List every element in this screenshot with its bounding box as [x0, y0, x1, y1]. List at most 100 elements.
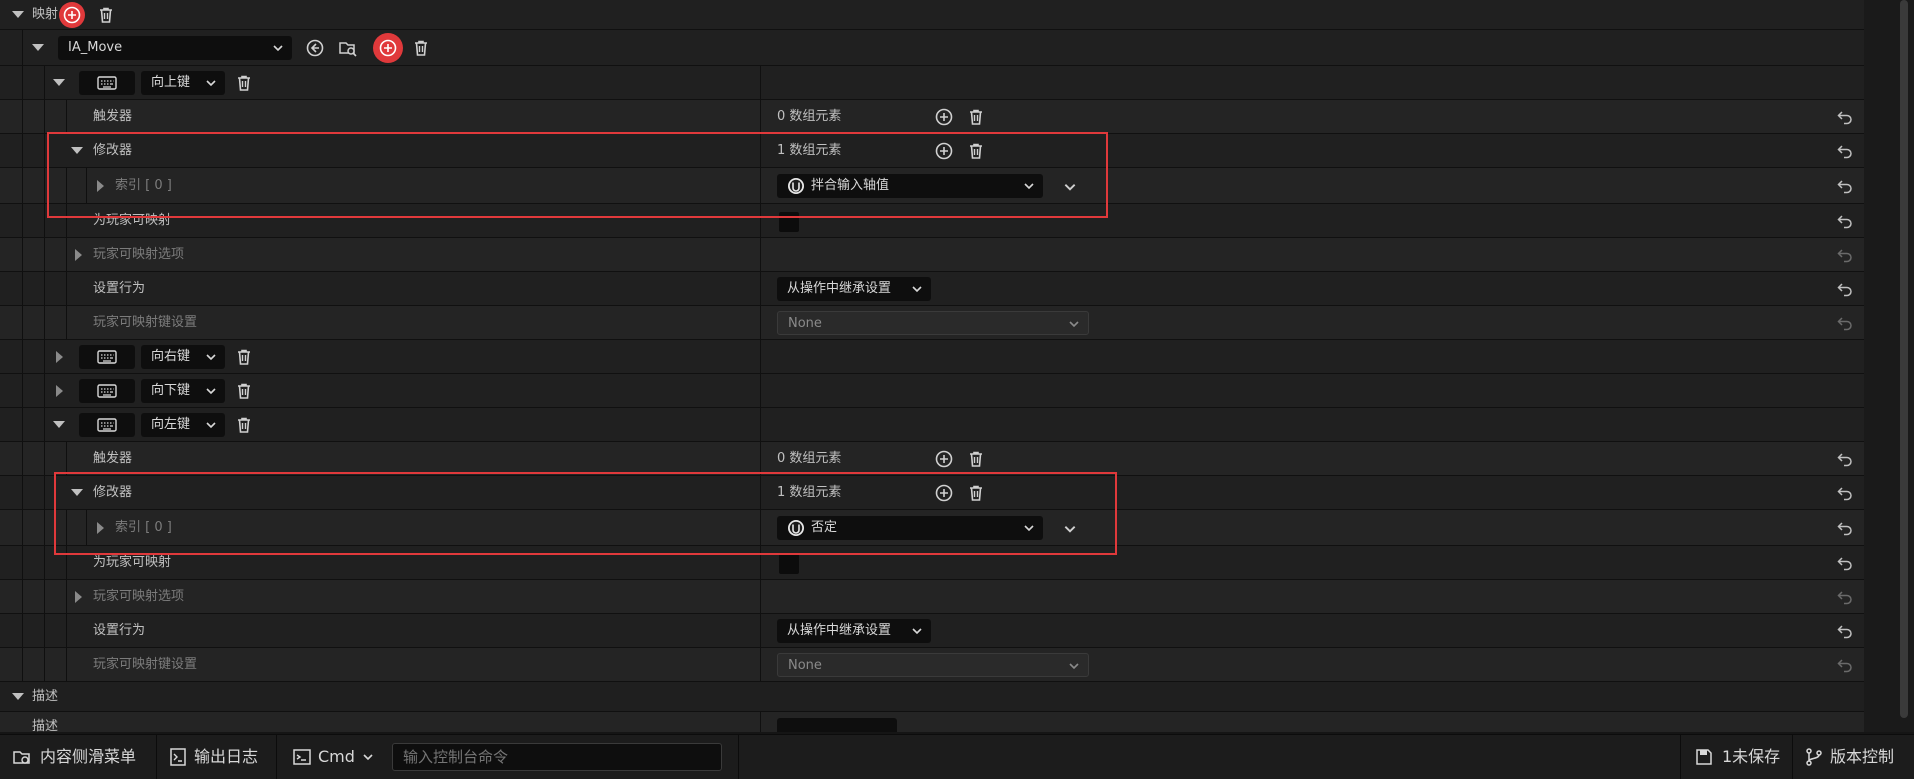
- add-trigger-button[interactable]: [933, 448, 955, 470]
- console-input[interactable]: [392, 743, 722, 771]
- player-key-settings-select[interactable]: None: [777, 653, 1089, 677]
- reset-to-default-button[interactable]: [1836, 656, 1854, 674]
- triggers-label: 触发器: [93, 451, 133, 466]
- output-log-icon: [170, 748, 186, 766]
- expand-icon[interactable]: [53, 421, 65, 428]
- revert-icon: [1836, 314, 1854, 332]
- category-description[interactable]: 描述: [0, 682, 1864, 712]
- clear-mappings-button[interactable]: [95, 4, 117, 26]
- modifiers-count: 1 数组元素: [777, 485, 842, 500]
- remove-key-button[interactable]: [233, 380, 255, 402]
- revert-icon: [1836, 108, 1854, 126]
- key-capture-button[interactable]: [79, 71, 135, 95]
- player-mappable-checkbox[interactable]: [779, 212, 799, 232]
- cmd-selector[interactable]: Cmd: [318, 735, 355, 779]
- remove-key-button[interactable]: [233, 346, 255, 368]
- expand-icon[interactable]: [56, 385, 63, 397]
- add-modifier-button[interactable]: [933, 140, 955, 162]
- expand-icon[interactable]: [75, 591, 82, 603]
- expand-icon[interactable]: [97, 522, 104, 534]
- key-select[interactable]: 向左键: [141, 413, 225, 437]
- reset-to-default-button[interactable]: [1836, 554, 1854, 572]
- key-capture-button[interactable]: [79, 345, 135, 369]
- expand-icon[interactable]: [12, 11, 24, 18]
- expand-icon[interactable]: [75, 249, 82, 261]
- chevron-down-icon: [205, 77, 217, 89]
- expand-icon[interactable]: [53, 79, 65, 86]
- reset-to-default-button[interactable]: [1836, 450, 1854, 468]
- use-selected-button[interactable]: [304, 37, 326, 59]
- expand-icon[interactable]: [12, 693, 24, 700]
- trash-icon: [966, 141, 986, 161]
- clear-triggers-button[interactable]: [965, 448, 987, 470]
- category-mappings[interactable]: 映射: [0, 0, 1864, 30]
- reset-to-default-button[interactable]: [1836, 177, 1854, 195]
- remove-key-button[interactable]: [233, 72, 255, 94]
- key-capture-button[interactable]: [79, 379, 135, 403]
- chevron-down-icon: [1023, 522, 1035, 534]
- remove-key-button[interactable]: [233, 414, 255, 436]
- add-key-button[interactable]: [377, 37, 399, 59]
- clear-triggers-button[interactable]: [965, 106, 987, 128]
- key-value: 向右键: [151, 349, 191, 364]
- reset-to-default-button[interactable]: [1836, 519, 1854, 537]
- expand-icon[interactable]: [71, 489, 83, 496]
- setting-behavior-row: 设置行为 从操作中继承设置: [0, 272, 1864, 306]
- expand-icon[interactable]: [97, 180, 104, 192]
- key-value: 向上键: [151, 75, 191, 90]
- trash-icon: [96, 5, 116, 25]
- player-key-settings-select[interactable]: None: [777, 311, 1089, 335]
- index-label: 索引 [ 0 ]: [115, 520, 172, 535]
- key-select[interactable]: 向右键: [141, 345, 225, 369]
- reset-to-default-button[interactable]: [1836, 142, 1854, 160]
- reset-to-default-button[interactable]: [1836, 108, 1854, 126]
- expand-icon[interactable]: [56, 351, 63, 363]
- browse-asset-button[interactable]: [337, 37, 359, 59]
- reset-to-default-button[interactable]: [1836, 212, 1854, 230]
- add-trigger-button[interactable]: [933, 106, 955, 128]
- chevron-down-icon[interactable]: [362, 751, 374, 763]
- key-capture-button[interactable]: [79, 413, 135, 437]
- source-control-button[interactable]: 版本控制: [1830, 735, 1894, 779]
- description-input[interactable]: [777, 718, 897, 732]
- key-select[interactable]: 向下键: [141, 379, 225, 403]
- vertical-scrollbar[interactable]: [1900, 0, 1908, 718]
- trash-icon: [234, 415, 254, 435]
- unsaved-button[interactable]: 1未保存: [1722, 735, 1780, 779]
- content-drawer-button[interactable]: 内容侧滑菜单: [40, 735, 136, 779]
- modifier-class-select[interactable]: 拌合输入轴值: [777, 174, 1043, 198]
- reset-to-default-button[interactable]: [1836, 280, 1854, 298]
- revert-icon: [1836, 212, 1854, 230]
- key-select[interactable]: 向上键: [141, 71, 225, 95]
- input-action-select[interactable]: IA_Move: [58, 36, 292, 60]
- modifier-class-value: 拌合输入轴值: [811, 178, 890, 193]
- clear-modifiers-button[interactable]: [965, 140, 987, 162]
- modifier-class-select[interactable]: 否定: [777, 516, 1043, 540]
- player-mappable-checkbox[interactable]: [779, 554, 799, 574]
- chevron-down-icon[interactable]: [1063, 180, 1077, 194]
- setting-behavior-select[interactable]: 从操作中继承设置: [777, 619, 931, 643]
- output-log-button[interactable]: 输出日志: [194, 735, 258, 779]
- clear-modifiers-button[interactable]: [965, 482, 987, 504]
- trash-icon: [966, 107, 986, 127]
- setting-behavior-value: 从操作中继承设置: [787, 623, 892, 638]
- setting-behavior-select[interactable]: 从操作中继承设置: [777, 277, 931, 301]
- player-mappable-options-row: 玩家可映射选项: [0, 238, 1864, 272]
- revert-icon: [1836, 246, 1854, 264]
- reset-to-default-button[interactable]: [1836, 622, 1854, 640]
- chevron-down-icon[interactable]: [1063, 522, 1077, 536]
- expand-icon[interactable]: [32, 44, 44, 51]
- reset-to-default-button[interactable]: [1836, 246, 1854, 264]
- player-mappable-options-label: 玩家可映射选项: [93, 247, 185, 262]
- player-mappable-row: 为玩家可映射: [0, 204, 1864, 238]
- player-key-settings-value: None: [788, 658, 822, 673]
- reset-to-default-button[interactable]: [1836, 314, 1854, 332]
- trash-icon: [966, 483, 986, 503]
- add-mapping-button[interactable]: [61, 4, 83, 26]
- expand-icon[interactable]: [71, 147, 83, 154]
- reset-to-default-button[interactable]: [1836, 588, 1854, 606]
- add-modifier-button[interactable]: [933, 482, 955, 504]
- reset-to-default-button[interactable]: [1836, 484, 1854, 502]
- remove-action-button[interactable]: [410, 37, 432, 59]
- revert-icon: [1836, 588, 1854, 606]
